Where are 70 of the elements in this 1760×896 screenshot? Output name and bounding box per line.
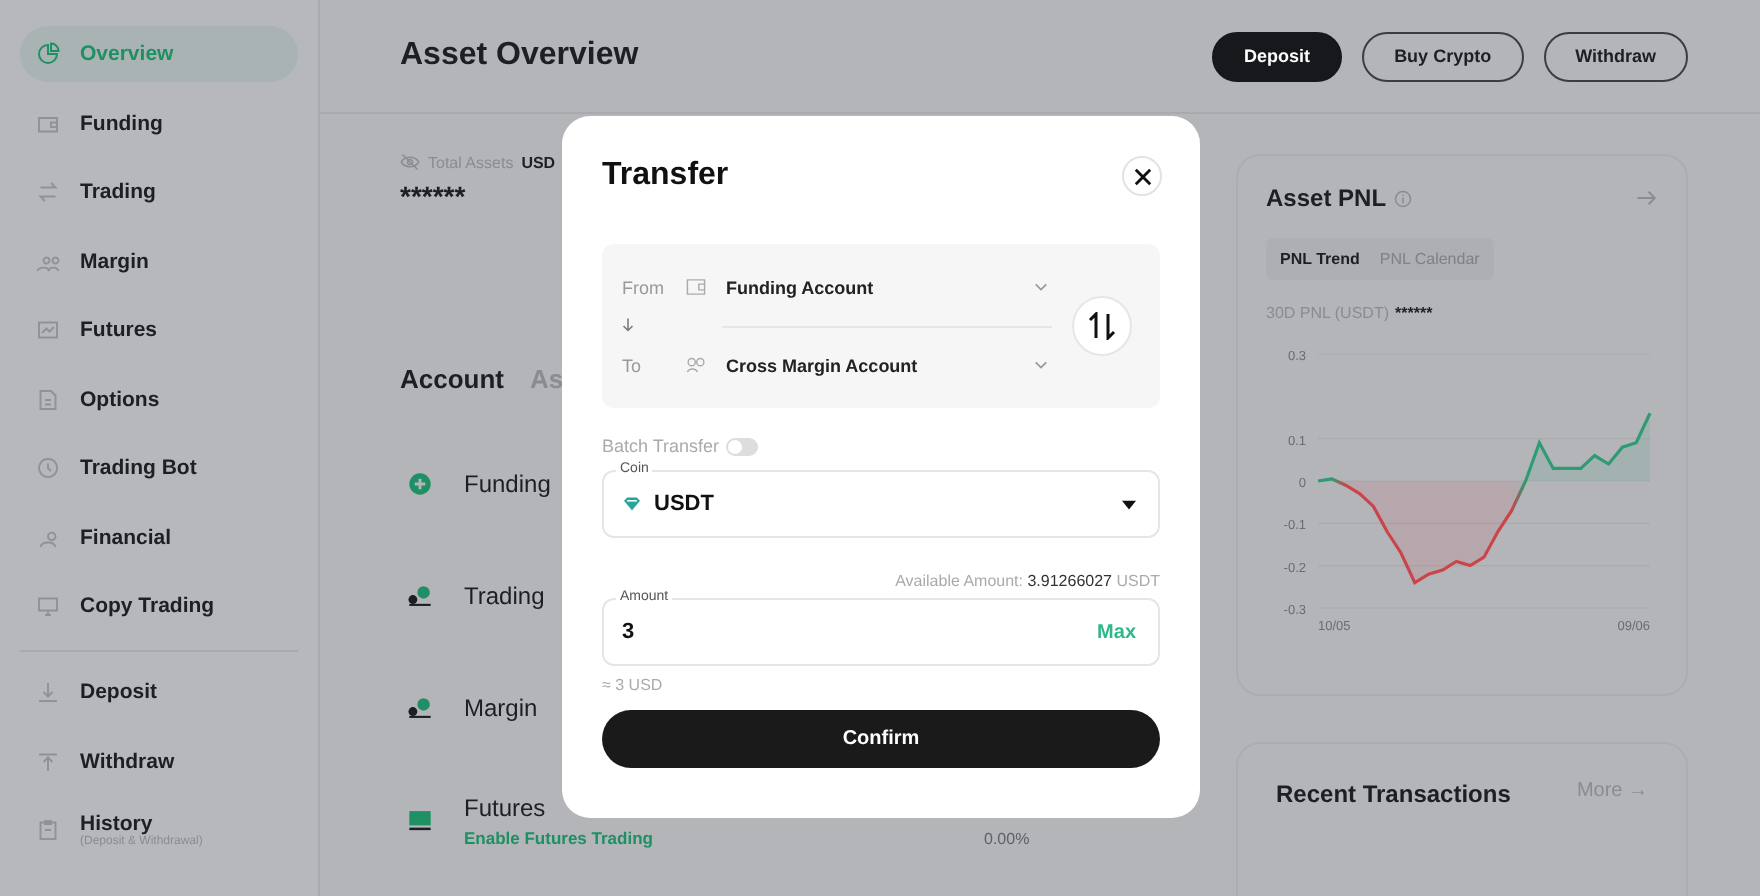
sidebar-label: Trading <box>80 180 156 204</box>
arrow-down-icon <box>622 318 634 334</box>
sidebar-label: History <box>80 812 153 836</box>
sidebar-item[interactable]: Futures <box>20 302 298 358</box>
sidebar-label: Financial <box>80 525 172 549</box>
download-icon <box>36 680 60 704</box>
account-name: Funding <box>464 470 551 498</box>
confirm-button[interactable]: Confirm <box>602 710 1160 768</box>
sidebar-item[interactable]: Trading <box>20 164 298 220</box>
swap-icon <box>1088 312 1116 340</box>
header-button[interactable]: Deposit <box>1212 31 1343 81</box>
chart-icon <box>36 318 60 342</box>
chevron-down-icon <box>1034 360 1048 370</box>
pnl-tab[interactable]: PNL Trend <box>1270 242 1370 276</box>
gem-icon <box>622 496 642 512</box>
account-change: 0.00% <box>984 830 1030 848</box>
eye-off-icon[interactable] <box>400 152 420 172</box>
close-button[interactable] <box>1122 156 1162 196</box>
chevron-down-icon <box>1034 282 1048 292</box>
swap-icon <box>36 180 60 204</box>
currency-label: USD <box>521 153 556 171</box>
clipboard-icon <box>36 818 60 842</box>
caret-down-icon <box>1122 499 1136 509</box>
batch-transfer-label: Batch Transfer <box>602 436 720 456</box>
pie-chart-icon <box>36 42 60 66</box>
usd-estimate: ≈ 3 USD <box>602 676 665 694</box>
sidebar-item[interactable]: Margin <box>20 233 298 289</box>
close-icon <box>1133 167 1151 185</box>
sidebar-label: Deposit <box>80 680 158 704</box>
clock-icon <box>36 456 60 480</box>
card-title: Recent Transactions <box>1276 780 1511 808</box>
swap-button[interactable] <box>1072 296 1132 356</box>
account-tab[interactable]: Account <box>400 364 504 394</box>
card-title: Asset PNL <box>1266 184 1387 212</box>
sidebar-item[interactable]: Withdraw <box>20 733 298 789</box>
total-assets-value: ****** <box>400 180 468 212</box>
page-title: Asset Overview <box>400 38 639 74</box>
monitor-icon <box>36 594 60 618</box>
available-amount: Available Amount: 3.91266027 USDT <box>893 572 1160 590</box>
sidebar-label: Withdraw <box>80 749 175 773</box>
arrow-right-icon[interactable] <box>1636 188 1658 208</box>
document-icon <box>36 387 60 411</box>
sidebar-item[interactable]: Options <box>20 371 298 427</box>
sidebar-item[interactable]: Copy Trading <box>20 578 298 634</box>
dialog-title: Transfer <box>602 158 729 194</box>
pnl-value: ****** <box>1395 304 1433 322</box>
account-name: Futures <box>464 793 548 821</box>
sidebar-label: Copy Trading <box>80 594 215 618</box>
sidebar-label: Futures <box>80 318 158 342</box>
to-select[interactable]: To Cross Margin Account <box>622 345 1072 385</box>
sidebar-item[interactable]: Financial <box>20 509 298 565</box>
people-icon <box>686 356 706 374</box>
info-icon[interactable] <box>1394 189 1413 207</box>
account-name: Margin <box>464 694 538 722</box>
upload-icon <box>36 749 60 773</box>
sidebar-label: Margin <box>80 249 149 273</box>
sidebar-label: Trading Bot <box>80 456 197 480</box>
header-button[interactable]: Withdraw <box>1543 31 1688 81</box>
sidebar-item[interactable]: Deposit <box>20 664 298 720</box>
header-button[interactable]: Buy Crypto <box>1362 31 1524 81</box>
account-name: Trading <box>464 582 545 610</box>
batch-transfer-toggle[interactable] <box>725 437 758 455</box>
sidebar-label: Funding <box>80 111 163 135</box>
sidebar-label: Options <box>80 387 160 411</box>
wallet-icon <box>36 111 60 135</box>
from-select[interactable]: From Funding Account <box>622 267 1072 307</box>
sidebar-item[interactable]: Trading Bot <box>20 440 298 496</box>
wallet-icon <box>686 278 706 296</box>
sidebar-item[interactable]: Funding <box>20 95 298 151</box>
sidebar-label: Overview <box>80 42 174 66</box>
